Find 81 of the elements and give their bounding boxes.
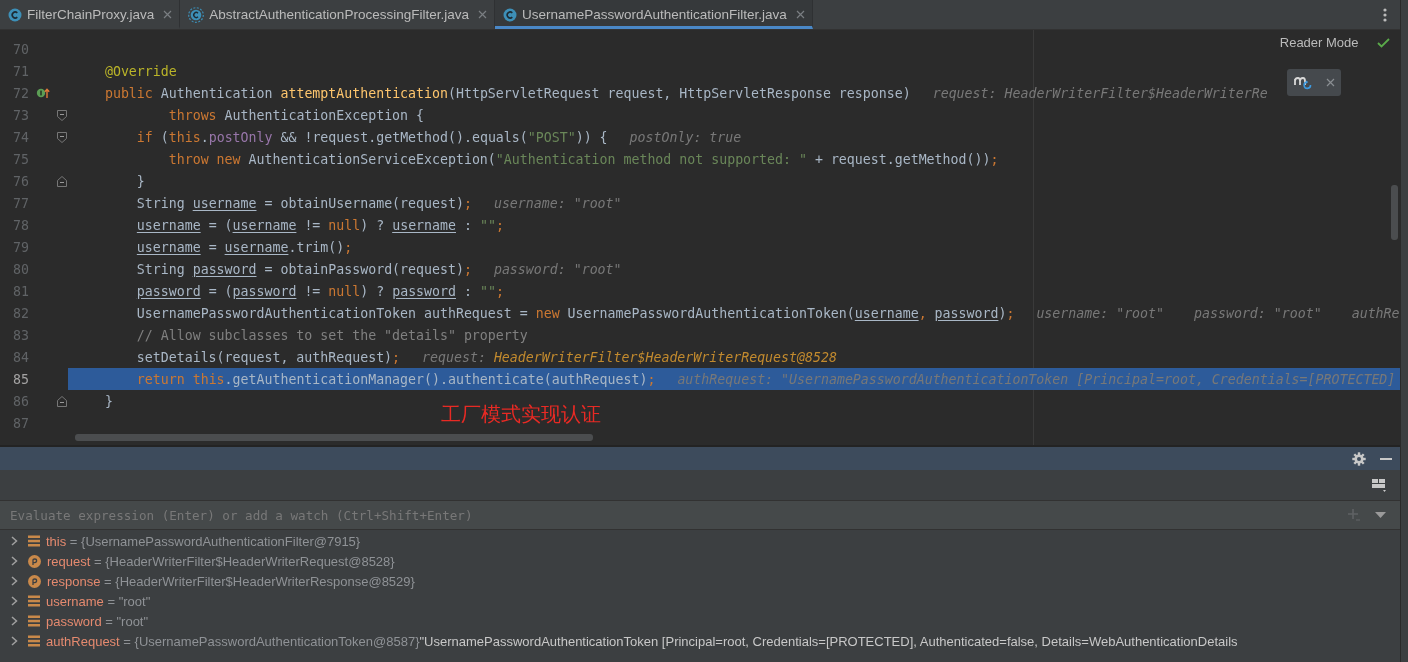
inline-value-hint: authRe [1351, 305, 1400, 321]
code-line: public Authentication attemptAuthentication(HttpServletRequest request, HttpServletResponse response) [103, 85, 911, 101]
file-tab[interactable]: FilterChainProxy.java [0, 0, 181, 29]
inline-value-hint: username: "root" [493, 195, 622, 211]
variable-entry[interactable]: authRequest = {UsernamePasswordAuthenticationToken@8587}"UsernamePasswordAuthenticationToken [Principal=root, Credentials=[PROTECTED], Authenticated=false, Details=WebAuthenticationDetails [46, 633, 1238, 649]
code-line: } [135, 173, 145, 189]
code-line: setDetails(request, authRequest); [135, 349, 401, 365]
inline-value-hint: username: "root" [1036, 305, 1165, 321]
code-line: UsernamePasswordAuthenticationToken authRequest = new UsernamePasswordAuthenticationToken(username, password); [135, 305, 1015, 321]
code-line: String username = obtainUsername(request); [135, 195, 472, 211]
inline-value-hint: password: "root" [493, 261, 622, 277]
code-line: password = (password != null) ? password : ""; [135, 283, 504, 299]
parameter-icon [28, 574, 41, 588]
field-icon [28, 615, 40, 627]
code-line: } [103, 393, 113, 409]
file-tab[interactable]: AbstractAuthenticationProcessingFilter.java [180, 0, 495, 29]
close-icon[interactable] [477, 10, 487, 19]
line-number: 84 [12, 349, 29, 365]
code-line: if (this.postOnly && !request.getMethod().equals("POST")) { [135, 129, 608, 145]
dropdown-caret-icon[interactable] [1374, 512, 1386, 518]
layout-icon[interactable] [1371, 478, 1386, 492]
code-line: String password = obtainPassword(request); [135, 261, 472, 277]
inline-value-hint: postOnly: true [629, 129, 742, 145]
line-number: 85 [12, 371, 29, 387]
line-number: 82 [12, 305, 29, 321]
class-icon [8, 7, 22, 22]
settings-icon[interactable] [1351, 451, 1366, 466]
line-number: 75 [12, 151, 29, 167]
class-icon [502, 7, 517, 22]
close-icon[interactable] [1325, 78, 1335, 87]
line-number: 72 [12, 85, 29, 101]
variable-entry[interactable]: username = "root" [46, 593, 151, 609]
code-line: username = username.trim(); [135, 239, 353, 255]
code-line: throws AuthenticationException { [167, 107, 425, 123]
scrollbar-thumb[interactable] [75, 434, 593, 441]
line-number: 74 [12, 129, 29, 145]
line-number: 73 [12, 107, 29, 123]
line-number: 80 [12, 261, 29, 277]
close-icon[interactable] [795, 10, 805, 19]
fold-icon[interactable] [57, 109, 67, 121]
inline-value-hint: authRequest: "UsernamePasswordAuthenticationToken [Principal=root, Credentials=[PROTECTED] [677, 371, 1396, 387]
inline-value-hint: request: HeaderWriterFilter$HeaderWriterRe [932, 85, 1268, 101]
annotation-text: 工厂模式实现认证 [441, 401, 601, 428]
code-line: username = (username != null) ? username : ""; [135, 217, 504, 233]
line-number: 86 [12, 393, 29, 409]
fold-icon[interactable] [57, 131, 67, 143]
implements-icon[interactable] [35, 87, 50, 99]
code-line: throw new AuthenticationServiceException("Authentication method not supported: " + request.getMethod()); [167, 151, 999, 167]
variable-entry[interactable]: this = {UsernamePasswordAuthenticationFilter@7915} [46, 533, 361, 549]
scrollbar-thumb[interactable] [1390, 185, 1398, 240]
field-icon [28, 635, 40, 647]
reader-mode-link[interactable]: Reader Mode [1279, 35, 1359, 50]
reload-icon[interactable] [1293, 74, 1314, 91]
more-icon[interactable] [1382, 7, 1387, 22]
line-number: 81 [12, 283, 29, 299]
close-icon[interactable] [163, 10, 173, 19]
fold-icon[interactable] [57, 175, 67, 187]
code-line: @Override [103, 63, 177, 79]
line-number: 87 [12, 415, 29, 431]
file-tab[interactable]: UsernamePasswordAuthenticationFilter.java [494, 0, 813, 29]
code-line: // Allow subclasses to set the "details" property [135, 327, 528, 343]
variable-entry[interactable]: request = {HeaderWriterFilter$HeaderWriterRequest@8528} [47, 553, 395, 569]
abstract-class-icon [188, 6, 205, 23]
line-number: 79 [12, 239, 29, 255]
parameter-icon [28, 554, 41, 568]
variable-entry[interactable]: response = {HeaderWriterFilter$HeaderWriterResponse@8529} [47, 573, 415, 589]
line-number: 70 [12, 41, 29, 57]
variable-entry[interactable]: password = "root" [46, 613, 149, 629]
field-icon [28, 535, 40, 547]
inline-value-hint: password: "root" [1194, 305, 1322, 321]
fold-icon[interactable] [57, 395, 67, 407]
line-number: 71 [12, 63, 29, 79]
code-line: return this.getAuthenticationManager().authenticate(authRequest); [135, 371, 656, 387]
line-number: 77 [12, 195, 29, 211]
minimize-icon[interactable] [1379, 457, 1392, 460]
inline-value-hint: request: HeaderWriterFilter$HeaderWriterRequest@8528 [422, 349, 837, 365]
line-number: 78 [12, 217, 29, 233]
field-icon [28, 595, 40, 607]
check-icon [1376, 37, 1390, 48]
line-number: 76 [12, 173, 29, 189]
line-number: 83 [12, 327, 29, 343]
